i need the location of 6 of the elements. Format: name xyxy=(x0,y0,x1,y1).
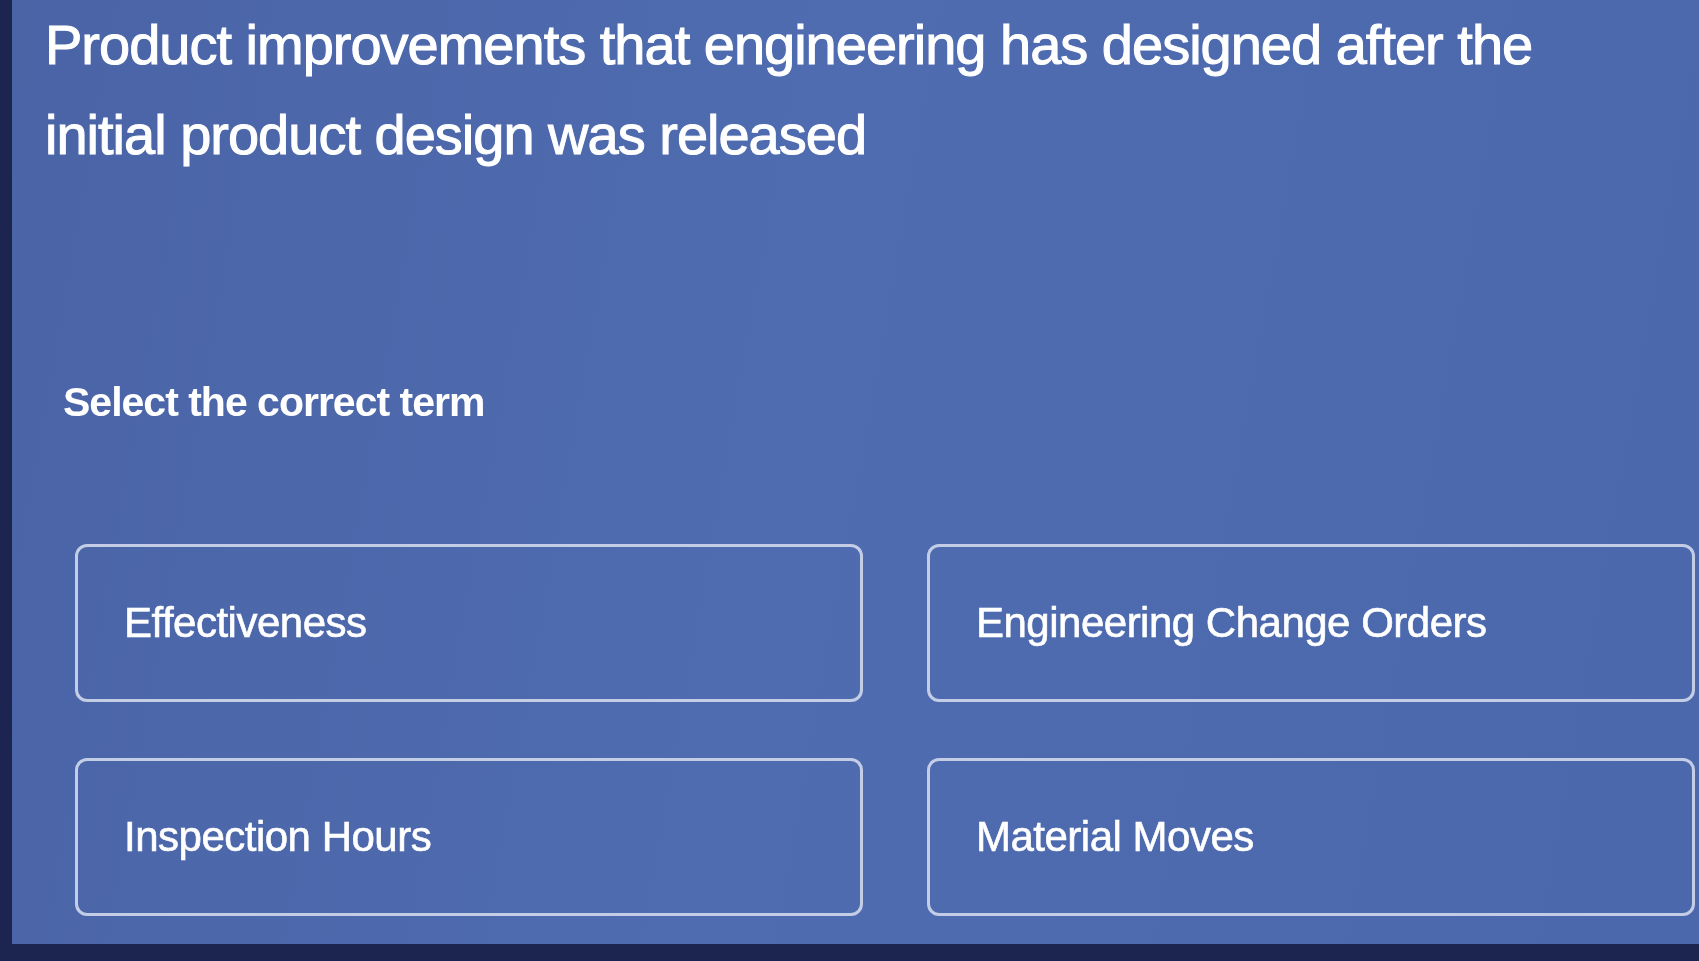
answer-option[interactable]: Material Moves xyxy=(927,758,1695,916)
question-text: Product improvements that engineering has designed after the initial product design was released xyxy=(45,12,1534,168)
answer-option[interactable]: Inspection Hours xyxy=(75,758,863,916)
answer-option[interactable]: Engineering Change Orders xyxy=(927,544,1695,702)
prompt-text: Select the correct term xyxy=(63,378,485,426)
answer-option[interactable]: Effectiveness xyxy=(75,544,863,702)
